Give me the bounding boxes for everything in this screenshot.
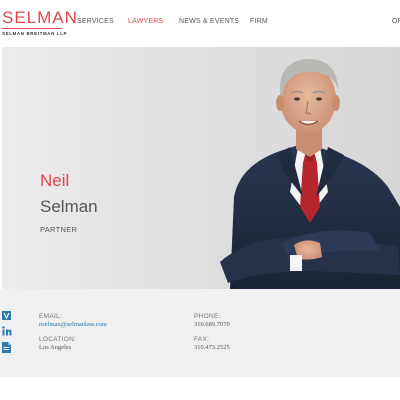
contact-panel: EMAIL: nselman@selmanlaw.com LOCATION: L…: [0, 289, 400, 377]
fax-value: 310.473.2525: [194, 344, 230, 351]
location-value: Los Angeles: [39, 344, 72, 351]
attorney-portrait: [220, 59, 400, 289]
nav-offices[interactable]: OF: [392, 18, 400, 25]
phone-label: PHONE:: [194, 313, 221, 320]
last-name: Selman: [40, 197, 98, 216]
site-header: SELMAN SELMAN BREITMAN LLP SERVICES LAWY…: [0, 0, 400, 45]
nav-services[interactable]: SERVICES: [77, 18, 114, 25]
job-title: PARTNER: [40, 225, 78, 234]
first-name: Neil: [40, 171, 70, 190]
main-nav: SERVICES LAWYERS NEWS & EVENTS FIRM OF: [0, 18, 400, 30]
phone-value[interactable]: 310.689.7070: [194, 321, 230, 328]
fax-label: FAX:: [194, 336, 210, 343]
linkedin-icon[interactable]: [2, 326, 12, 336]
email-link[interactable]: nselman@selmanlaw.com: [39, 321, 107, 328]
location-label: LOCATION:: [39, 336, 77, 343]
nav-firm[interactable]: FIRM: [250, 18, 268, 25]
vcard-icon[interactable]: [2, 311, 11, 320]
logo-subtitle: SELMAN BREITMAN LLP: [2, 31, 68, 36]
email-label: EMAIL:: [39, 313, 63, 320]
nav-lawyers[interactable]: LAWYERS: [128, 18, 163, 25]
profile-hero: Neil Selman PARTNER: [2, 47, 400, 289]
nav-news-events[interactable]: NEWS & EVENTS: [179, 18, 239, 25]
pdf-icon[interactable]: [2, 342, 11, 353]
